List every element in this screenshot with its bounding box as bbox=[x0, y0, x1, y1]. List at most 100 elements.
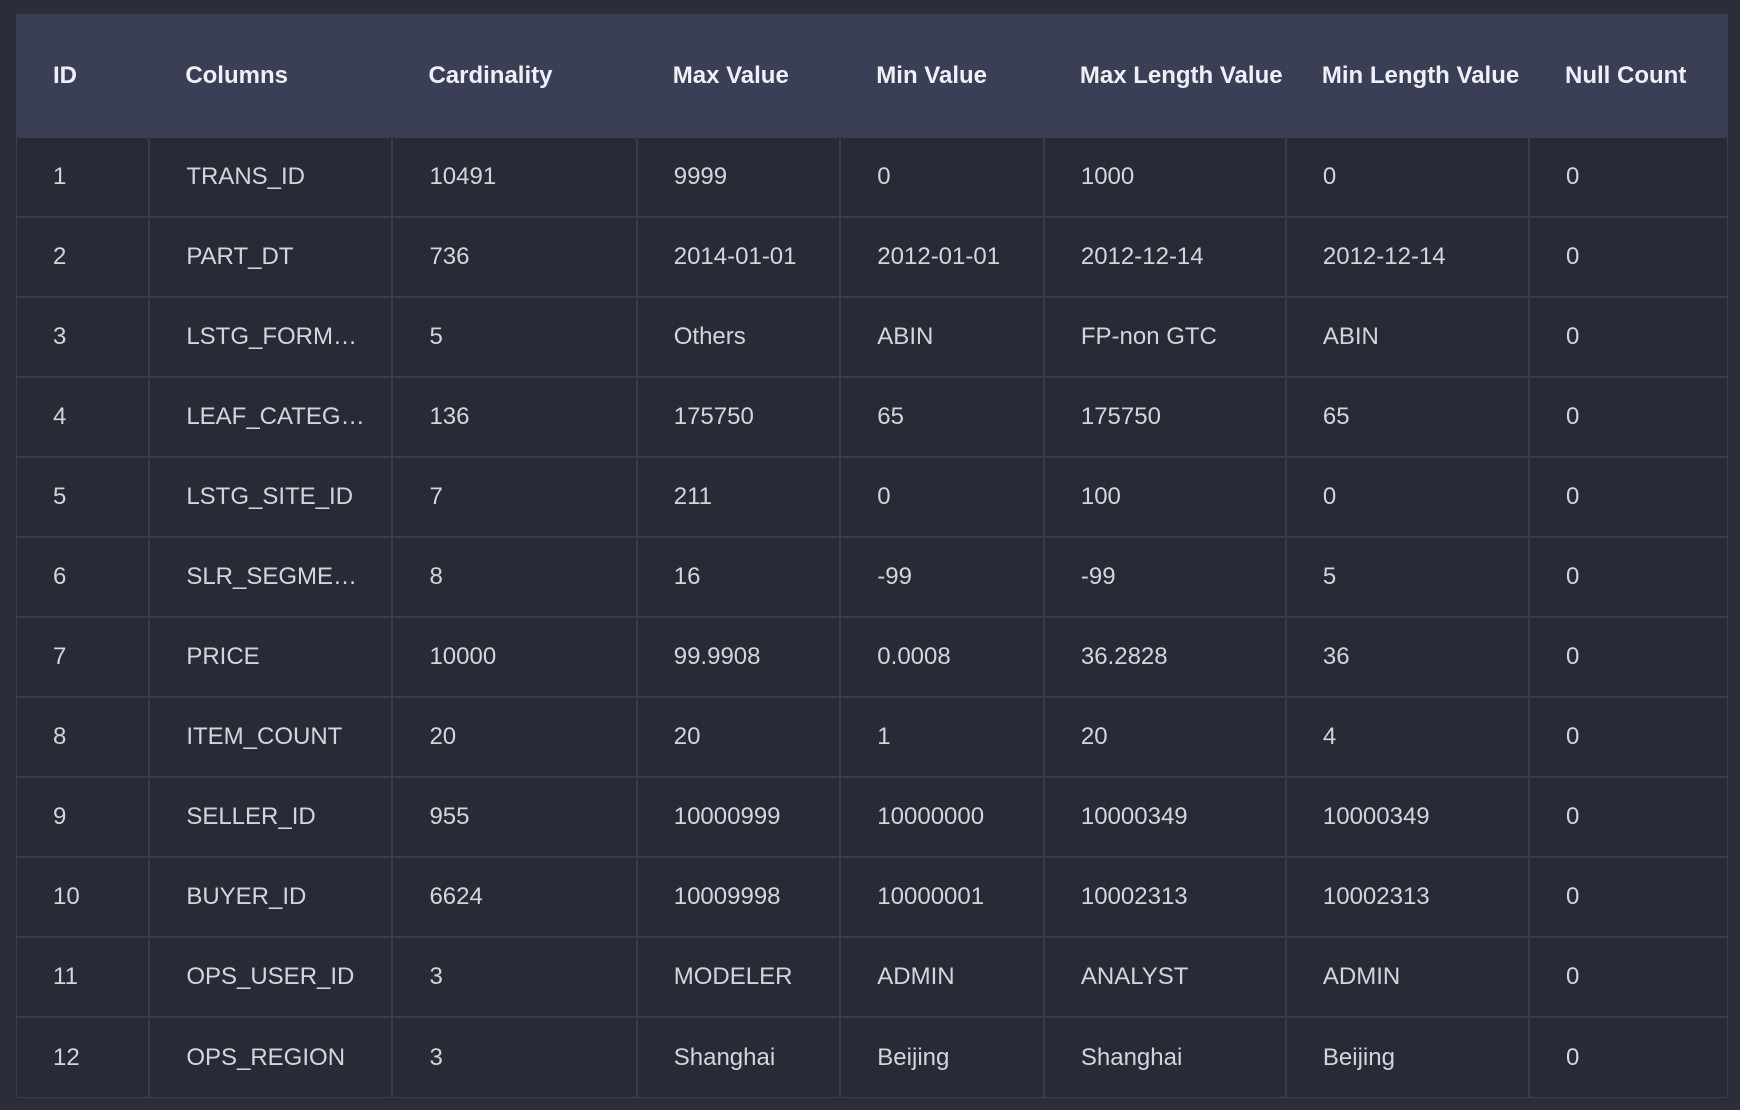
cell-cardinality: 3 bbox=[392, 1017, 638, 1097]
cell-max-value: 2014-01-01 bbox=[636, 217, 842, 298]
cell-cardinality: 3 bbox=[392, 937, 638, 1018]
cell-max-value: 9999 bbox=[636, 137, 842, 218]
cell-column-name: LSTG_FORM… bbox=[149, 297, 394, 378]
cell-max-length-value: 100 bbox=[1043, 457, 1287, 538]
cell-min-length-value: 2012-12-14 bbox=[1285, 217, 1531, 298]
cell-column-name: ITEM_COUNT bbox=[149, 697, 394, 778]
cell-min-value: ADMIN bbox=[840, 937, 1045, 1018]
cell-max-length-value: FP-non GTC bbox=[1043, 297, 1287, 378]
cell-column-name: PART_DT bbox=[149, 217, 394, 298]
cell-cardinality: 20 bbox=[392, 697, 638, 778]
cell-min-value: Beijing bbox=[840, 1017, 1045, 1097]
cell-null-count: 0 bbox=[1529, 137, 1727, 218]
cell-null-count: 0 bbox=[1529, 537, 1727, 618]
cell-id: 1 bbox=[17, 137, 151, 218]
cell-max-length-value: 20 bbox=[1043, 697, 1287, 778]
cell-min-length-value: 4 bbox=[1285, 697, 1531, 778]
cell-max-value: 99.9908 bbox=[636, 617, 842, 698]
cell-max-length-value: 2012-12-14 bbox=[1043, 217, 1287, 298]
header-id: ID bbox=[17, 15, 150, 138]
cell-null-count: 0 bbox=[1566, 1043, 1580, 1071]
table-row: 6 SLR_SEGME… 8 16 -99 -99 5 0 bbox=[17, 537, 1727, 618]
cell-max-value: 175750 bbox=[636, 377, 842, 458]
cell-max-length-value: Shanghai bbox=[1043, 1017, 1287, 1097]
cell-max-value: 10000999 bbox=[636, 777, 842, 858]
table-row: 12 OPS_REGION 3 Shanghai Beijing Shanghai Beij… bbox=[17, 1017, 1727, 1097]
cell-max-value: 211 bbox=[636, 457, 842, 538]
cell-id: 4 bbox=[17, 377, 151, 458]
cell-id: 10 bbox=[17, 857, 151, 938]
cell-null-count: 0 bbox=[1529, 617, 1727, 698]
cell-column-name: TRANS_ID bbox=[149, 137, 394, 218]
cell-min-value: 2012-01-01 bbox=[840, 217, 1045, 298]
cell-max-length-value: 1000 bbox=[1043, 137, 1287, 218]
cell-max-value: 16 bbox=[636, 537, 842, 618]
cell-min-length-value: ABIN bbox=[1285, 297, 1531, 378]
cell-id: 11 bbox=[17, 937, 151, 1018]
cell-id: 6 bbox=[17, 537, 151, 618]
cell-cardinality: 5 bbox=[392, 297, 638, 378]
cell-column-name: OPS_USER_ID bbox=[149, 937, 394, 1018]
cell-column-name: LEAF_CATEG… bbox=[149, 377, 394, 458]
table-row: 4 LEAF_CATEG… 136 175750 65 175750 65 0 bbox=[17, 377, 1727, 458]
header-null-count: Null Count bbox=[1529, 15, 1727, 138]
cell-null-count: 0 bbox=[1529, 937, 1727, 1018]
cell-max-value: MODELER bbox=[636, 937, 842, 1018]
table-row: 8 ITEM_COUNT 20 20 1 20 4 0 bbox=[17, 697, 1727, 778]
cell-cardinality: 136 bbox=[392, 377, 638, 458]
cell-null-count: 0 bbox=[1529, 457, 1727, 538]
cell-cardinality: 10491 bbox=[392, 137, 638, 218]
cell-null-count: 0 bbox=[1529, 297, 1727, 378]
table-header: ID Columns Cardinality Max Value Min Value Ma… bbox=[17, 15, 1727, 138]
table-row: 1 TRANS_ID 10491 9999 0 1000 0 0 bbox=[17, 137, 1727, 218]
cell-max-length-value: 36.2828 bbox=[1043, 617, 1287, 698]
cell-max-value: Others bbox=[636, 297, 842, 378]
table-row: 10 BUYER_ID 6624 10009998 10000001 10002313 10… bbox=[17, 857, 1727, 938]
cell-min-length-value: 0 bbox=[1285, 457, 1531, 538]
cell-null-count: 0 bbox=[1529, 217, 1727, 298]
cell-min-length-value: 10000349 bbox=[1285, 777, 1531, 858]
cell-min-value: ABIN bbox=[840, 297, 1045, 378]
cell-cardinality: 955 bbox=[392, 777, 638, 858]
cell-max-length-value: 175750 bbox=[1043, 377, 1287, 458]
cell-min-length-value: 36 bbox=[1285, 617, 1531, 698]
cell-max-value: 20 bbox=[636, 697, 842, 778]
cell-min-length-value: 5 bbox=[1285, 537, 1531, 618]
header-min-length-value: Min Length Value bbox=[1285, 15, 1530, 138]
cell-cardinality: 7 bbox=[392, 457, 638, 538]
cell-column-name: LSTG_SITE_ID bbox=[149, 457, 394, 538]
header-max-value: Max Value bbox=[636, 15, 841, 138]
cell-min-value: 0 bbox=[840, 137, 1045, 218]
cell-id: 2 bbox=[17, 217, 151, 298]
cell-id: 3 bbox=[17, 297, 151, 378]
cell-id: 12 bbox=[17, 1017, 151, 1097]
cell-null-count: 0 bbox=[1529, 377, 1727, 458]
cell-cardinality: 736 bbox=[392, 217, 638, 298]
cell-max-length-value: 10002313 bbox=[1043, 857, 1287, 938]
cell-id: 5 bbox=[17, 457, 151, 538]
header-max-length-value: Max Length Value bbox=[1043, 15, 1286, 138]
cell-column-name: BUYER_ID bbox=[149, 857, 394, 938]
cell-min-value: 10000001 bbox=[840, 857, 1045, 938]
table-row: 3 LSTG_FORM… 5 Others ABIN FP-non GTC ABIN 0 bbox=[17, 297, 1727, 378]
cell-null-count: 0 bbox=[1529, 777, 1727, 858]
table-row: 7 PRICE 10000 99.9908 0.0008 36.2828 36 0 bbox=[17, 617, 1727, 698]
cell-max-value: Shanghai bbox=[636, 1017, 842, 1097]
cell-min-value: -99 bbox=[840, 537, 1045, 618]
cell-min-value: 1 bbox=[840, 697, 1045, 778]
cell-cardinality: 10000 bbox=[392, 617, 638, 698]
cell-min-length-value: 65 bbox=[1285, 377, 1531, 458]
table-row: 9 SELLER_ID 955 10000999 10000000 10000349 100… bbox=[17, 777, 1727, 858]
cell-min-length-value: Beijing bbox=[1285, 1017, 1531, 1097]
cell-column-name: SELLER_ID bbox=[149, 777, 394, 858]
column-stats-table: ID Columns Cardinality Max Value Min Value Ma… bbox=[16, 14, 1728, 1098]
cell-max-length-value: 10000349 bbox=[1043, 777, 1287, 858]
cell-null-count: 0 bbox=[1529, 697, 1727, 778]
cell-max-length-value: -99 bbox=[1043, 537, 1287, 618]
cell-min-length-value: 10002313 bbox=[1285, 857, 1531, 938]
cell-max-length-value: ANALYST bbox=[1043, 937, 1287, 1018]
cell-min-length-value: 0 bbox=[1285, 137, 1531, 218]
cell-id: 7 bbox=[17, 617, 151, 698]
cell-cardinality: 6624 bbox=[392, 857, 638, 938]
cell-null-count: 0 bbox=[1529, 857, 1727, 938]
